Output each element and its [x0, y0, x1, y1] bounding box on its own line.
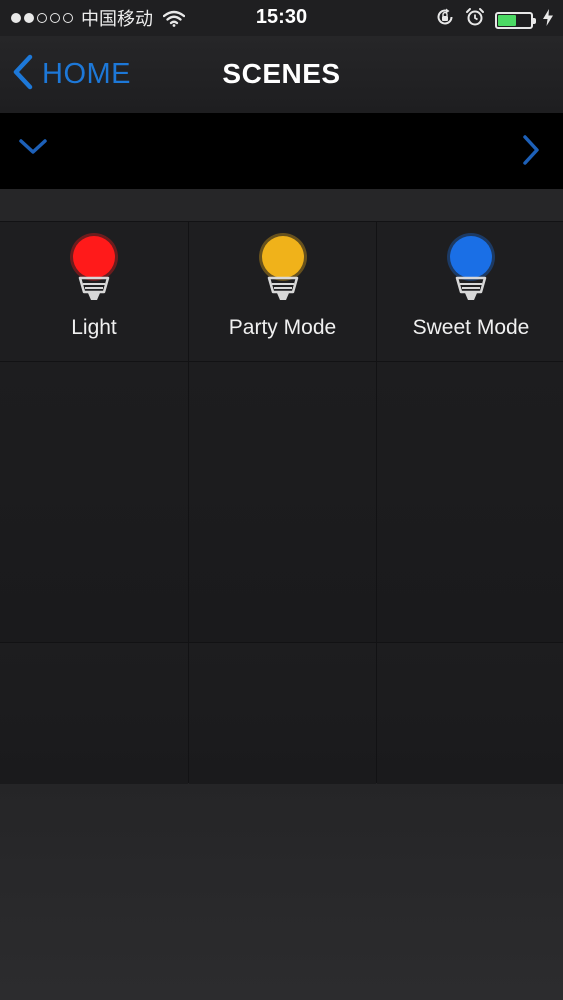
signal-strength-icon [11, 13, 73, 23]
scene-tile-light[interactable]: Light [0, 222, 188, 361]
empty-scene-slot [0, 643, 188, 785]
scene-label: Party Mode [228, 316, 337, 339]
wifi-icon [163, 10, 185, 27]
empty-scene-slot [189, 362, 376, 642]
filter-bar [0, 113, 563, 189]
chevron-down-icon[interactable] [18, 137, 48, 162]
scene-label: Sweet Mode [412, 316, 530, 339]
carrier-name: 中国移动 [81, 9, 153, 30]
signal-dot [24, 13, 34, 23]
light-bulb-icon [70, 233, 118, 300]
battery-icon [495, 11, 536, 29]
scenes-grid: Light Party Mode Sweet Mode [0, 222, 563, 785]
light-bulb-icon [447, 233, 495, 300]
page-title: SCENES [222, 58, 341, 89]
signal-dot [11, 13, 21, 23]
signal-dot [50, 13, 60, 23]
signal-dot [63, 13, 73, 23]
navigation-bar: HOME SCENES [0, 36, 563, 113]
scene-label: Light [71, 316, 117, 339]
empty-scene-slot [0, 362, 188, 642]
chevron-right-icon[interactable] [521, 134, 541, 171]
status-bar: 中国移动 15:30 [0, 0, 563, 36]
signal-dot [37, 13, 47, 23]
background-area [0, 784, 563, 1000]
alarm-clock-icon [465, 7, 485, 33]
empty-scene-slot [377, 643, 563, 785]
rotation-lock-icon [435, 7, 455, 33]
scene-tile-sweet-mode[interactable]: Sweet Mode [377, 222, 563, 361]
empty-scene-slot [189, 643, 376, 785]
section-divider [0, 189, 563, 222]
battery-level [498, 14, 516, 26]
light-bulb-icon [258, 233, 307, 300]
charging-bolt-icon [543, 8, 553, 32]
empty-scene-slot [377, 362, 563, 642]
scene-tile-party-mode[interactable]: Party Mode [189, 222, 376, 361]
